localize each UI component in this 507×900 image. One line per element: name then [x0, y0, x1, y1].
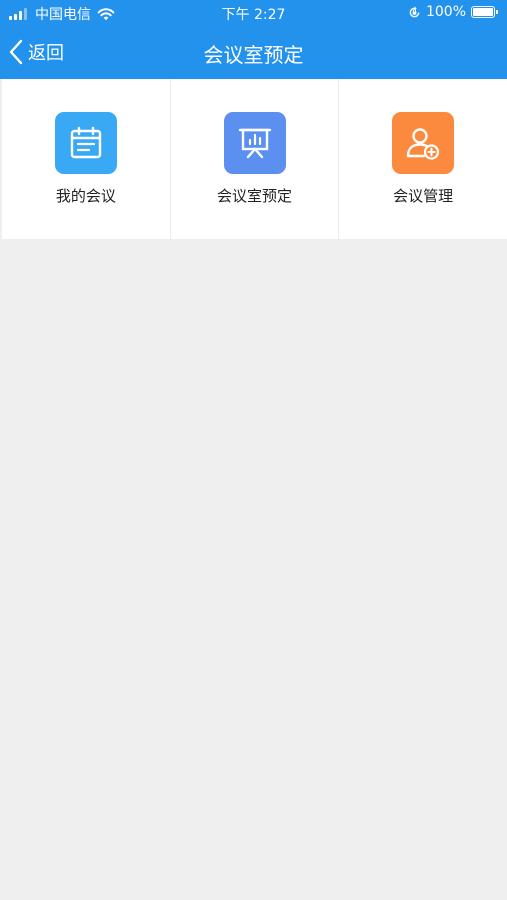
menu-item-label: 我的会议	[55, 187, 116, 205]
nav-bar: 返回 会议室预定	[0, 26, 507, 79]
meeting-management-tile	[392, 112, 455, 174]
header: 中国电信 下午 2:27 100% 返回 会议室预定	[0, 0, 507, 79]
presentation-board-icon	[238, 128, 271, 159]
menu-item-label: 会议室预定	[217, 187, 293, 205]
user-add-icon	[406, 128, 440, 160]
menu-grid: 我的会议 会议室预定 会议管理	[2, 79, 507, 239]
page-title: 会议室预定	[203, 43, 304, 67]
menu-item-room-booking[interactable]: 会议室预定	[170, 79, 340, 239]
app: 中国电信 下午 2:27 100% 返回 会议室预定 我的会议 会议室预定 会议…	[0, 0, 507, 900]
menu-item-label: 会议管理	[393, 187, 454, 205]
rotation-lock-icon	[409, 6, 420, 17]
status-bar: 中国电信 下午 2:27 100%	[0, 0, 507, 26]
calendar-icon	[70, 126, 102, 159]
battery-percent: 100%	[425, 4, 466, 20]
status-right: 100%	[408, 4, 498, 20]
battery-icon	[471, 6, 498, 18]
menu-item-meeting-management[interactable]: 会议管理	[339, 79, 507, 239]
menu-item-my-meetings[interactable]: 我的会议	[2, 79, 171, 239]
my-meetings-tile	[54, 112, 117, 174]
room-booking-tile	[223, 112, 286, 174]
